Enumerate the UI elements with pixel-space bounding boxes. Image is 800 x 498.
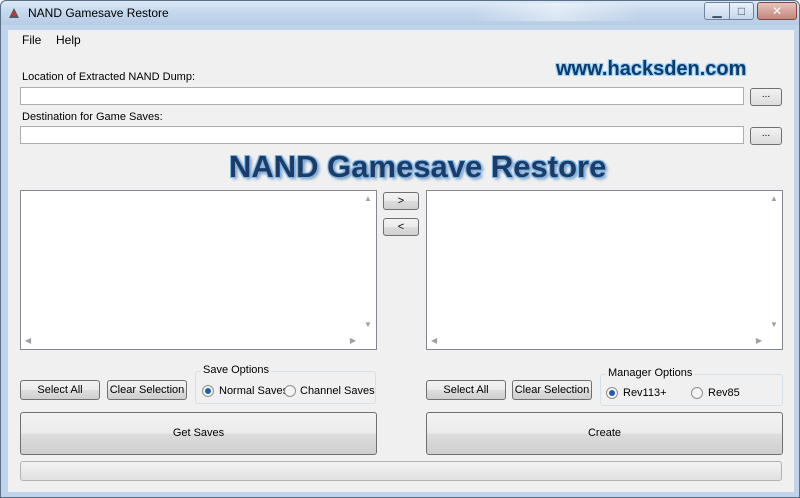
move-right-button[interactable]: > — [383, 192, 419, 210]
destination-horizontal-scrollbar[interactable]: ◀ ▶ — [427, 333, 766, 349]
client-area: File Help www.hacksden.com Location of E… — [8, 30, 794, 492]
scroll-up-icon[interactable]: ▲ — [770, 195, 778, 203]
save-options-title: Save Options — [201, 364, 272, 376]
scroll-up-icon[interactable]: ▲ — [364, 195, 372, 203]
close-button[interactable]: ✕ — [757, 2, 797, 20]
window-title: NAND Gamesave Restore — [28, 6, 169, 20]
source-horizontal-scrollbar[interactable]: ◀ ▶ — [21, 333, 360, 349]
source-save-list[interactable]: ▲ ▼ ◀ ▶ — [20, 190, 377, 350]
minimize-button[interactable]: ▁ — [704, 2, 730, 20]
move-left-button[interactable]: < — [383, 218, 419, 236]
manager-options-title: Manager Options — [606, 367, 695, 379]
source-vertical-scrollbar[interactable]: ▲ ▼ — [360, 191, 376, 333]
scroll-right-icon[interactable]: ▶ — [350, 337, 356, 345]
manager-options-group: Manager Options Rev113+ Rev85 — [600, 367, 783, 406]
rev113-label: Rev113+ — [623, 387, 667, 399]
close-icon: ✕ — [771, 4, 783, 18]
nand-dump-browse-button[interactable]: ... — [750, 88, 782, 106]
destination-browse-button[interactable]: ... — [750, 127, 782, 145]
channel-saves-label: Channel Saves — [300, 385, 375, 397]
normal-saves-radio[interactable] — [202, 385, 214, 397]
destination-clear-selection-button[interactable]: Clear Selection — [512, 380, 592, 400]
scroll-down-icon[interactable]: ▼ — [770, 321, 778, 329]
menu-bar: File Help — [8, 30, 794, 50]
destination-vertical-scrollbar[interactable]: ▲ ▼ — [766, 191, 782, 333]
app-icon — [9, 8, 19, 18]
scroll-left-icon[interactable]: ◀ — [431, 337, 437, 345]
minimize-icon: ▁ — [712, 4, 722, 18]
watermark-text: www.hacksden.com — [556, 58, 747, 80]
nand-dump-input[interactable] — [20, 87, 744, 105]
rev85-radio[interactable] — [691, 387, 703, 399]
title-bar[interactable]: NAND Gamesave Restore ▁ □ ✕ — [1, 1, 799, 25]
destination-save-list[interactable]: ▲ ▼ ◀ ▶ — [426, 190, 783, 350]
source-clear-selection-button[interactable]: Clear Selection — [107, 380, 187, 400]
title-glow — [471, 3, 641, 21]
destination-label: Destination for Game Saves: — [22, 111, 163, 123]
maximize-button[interactable]: □ — [729, 2, 754, 20]
channel-saves-radio[interactable] — [284, 385, 296, 397]
app-window: NAND Gamesave Restore ▁ □ ✕ File Help ww… — [0, 0, 800, 498]
scroll-down-icon[interactable]: ▼ — [364, 321, 372, 329]
maximize-icon: □ — [737, 4, 746, 18]
scroll-right-icon[interactable]: ▶ — [756, 337, 762, 345]
normal-saves-label: Normal Saves — [219, 385, 289, 397]
banner-title: NAND Gamesave Restore — [229, 149, 607, 184]
rev113-radio[interactable] — [606, 387, 618, 399]
destination-input[interactable] — [20, 126, 744, 144]
progress-bar — [20, 461, 782, 481]
scroll-left-icon[interactable]: ◀ — [25, 337, 31, 345]
save-options-group: Save Options Normal Saves Channel Saves — [195, 364, 376, 404]
get-saves-button[interactable]: Get Saves — [20, 412, 377, 455]
nand-dump-label: Location of Extracted NAND Dump: — [22, 71, 196, 83]
menu-help[interactable]: Help — [56, 33, 81, 47]
create-button[interactable]: Create — [426, 412, 783, 455]
source-select-all-button[interactable]: Select All — [20, 380, 100, 400]
rev85-label: Rev85 — [708, 387, 740, 399]
menu-file[interactable]: File — [22, 33, 41, 47]
destination-select-all-button[interactable]: Select All — [426, 380, 506, 400]
